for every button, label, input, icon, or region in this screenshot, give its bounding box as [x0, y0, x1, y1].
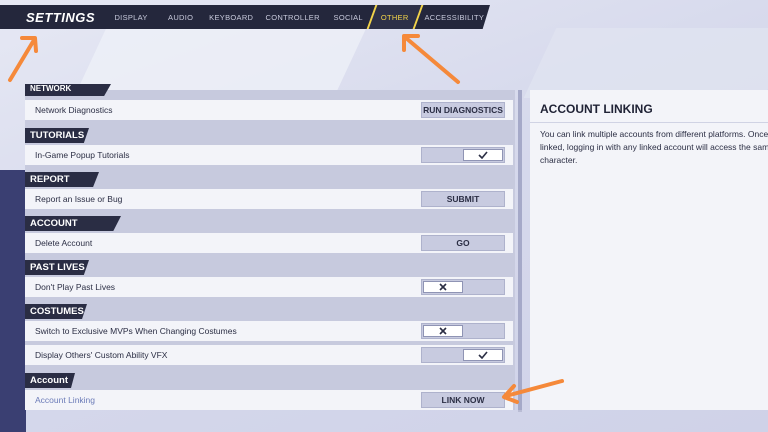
tab-social[interactable]: SOCIAL	[325, 5, 371, 29]
section-header-account-deletion: ACCOUNT DELETION	[25, 216, 121, 231]
background-shape	[523, 28, 768, 98]
setting-row-network-diagnostics: Network Diagnostics RUN DIAGNOSTICS	[25, 100, 513, 120]
section-header-past-lives: PAST LIVES	[25, 260, 89, 275]
tab-keyboard[interactable]: KEYBOARD	[202, 5, 260, 29]
popup-tutorials-toggle[interactable]	[421, 147, 505, 163]
tab-label: OTHER	[380, 12, 409, 22]
tab-audio[interactable]: AUDIO	[159, 5, 203, 29]
settings-title: SETTINGS	[26, 9, 96, 25]
background-left-strip	[0, 170, 26, 432]
tab-label: DISPLAY	[114, 12, 148, 22]
custom-ability-vfx-toggle[interactable]	[421, 347, 505, 363]
section-header-costumes: COSTUMES	[25, 304, 87, 319]
tab-label: CONTROLLER	[265, 12, 320, 22]
cross-icon	[423, 325, 463, 337]
tab-display[interactable]: DISPLAY	[103, 5, 159, 29]
section-header-account: Account	[25, 373, 75, 388]
tab-label: SOCIAL	[333, 12, 363, 22]
background-shape	[73, 28, 367, 98]
info-panel: ACCOUNT LINKING You can link multiple ac…	[530, 90, 768, 410]
tab-accessibility[interactable]: ACCESSIBILITY	[419, 5, 490, 29]
top-nav-bar: SETTINGS DISPLAY AUDIO KEYBOARD CONTROLL…	[0, 5, 490, 29]
section-header-network: NETWORK	[25, 84, 111, 96]
setting-row-popup-tutorials: In-Game Popup Tutorials	[25, 145, 513, 165]
section-header-report-issue: REPORT ISSUE	[25, 172, 99, 187]
check-icon	[463, 149, 503, 161]
info-panel-text: You can link multiple accounts from diff…	[540, 129, 768, 165]
exclusive-mvps-toggle[interactable]	[421, 323, 505, 339]
go-button[interactable]: GO	[421, 235, 505, 251]
submit-button[interactable]: SUBMIT	[421, 191, 505, 207]
scrollbar-thumb[interactable]	[518, 90, 522, 410]
setting-row-custom-ability-vfx: Display Others' Custom Ability VFX	[25, 345, 513, 365]
check-icon	[463, 349, 503, 361]
setting-row-delete-account: Delete Account GO	[25, 233, 513, 253]
section-header-tutorials: TUTORIALS	[25, 128, 89, 143]
tab-label: ACCESSIBILITY	[424, 12, 485, 22]
tab-other[interactable]: OTHER	[366, 5, 424, 29]
setting-row-report-issue: Report an Issue or Bug SUBMIT	[25, 189, 513, 209]
link-now-button[interactable]: LINK NOW	[421, 392, 505, 408]
info-divider	[530, 122, 768, 123]
tab-label: AUDIO	[168, 12, 194, 22]
annotation-arrow-icon	[8, 36, 38, 82]
info-panel-title: ACCOUNT LINKING	[540, 102, 653, 116]
setting-row-past-lives: Don't Play Past Lives	[25, 277, 513, 297]
setting-row-exclusive-mvps: Switch to Exclusive MVPs When Changing C…	[25, 321, 513, 341]
tab-controller[interactable]: CONTROLLER	[260, 5, 325, 29]
settings-scrollbar[interactable]	[518, 90, 522, 412]
tab-label: KEYBOARD	[209, 12, 254, 22]
past-lives-toggle[interactable]	[421, 279, 505, 295]
setting-row-account-linking[interactable]: Account Linking LINK NOW	[25, 390, 513, 410]
cross-icon	[423, 281, 463, 293]
run-diagnostics-button[interactable]: RUN DIAGNOSTICS	[421, 102, 505, 118]
annotation-arrow-icon	[402, 34, 460, 84]
